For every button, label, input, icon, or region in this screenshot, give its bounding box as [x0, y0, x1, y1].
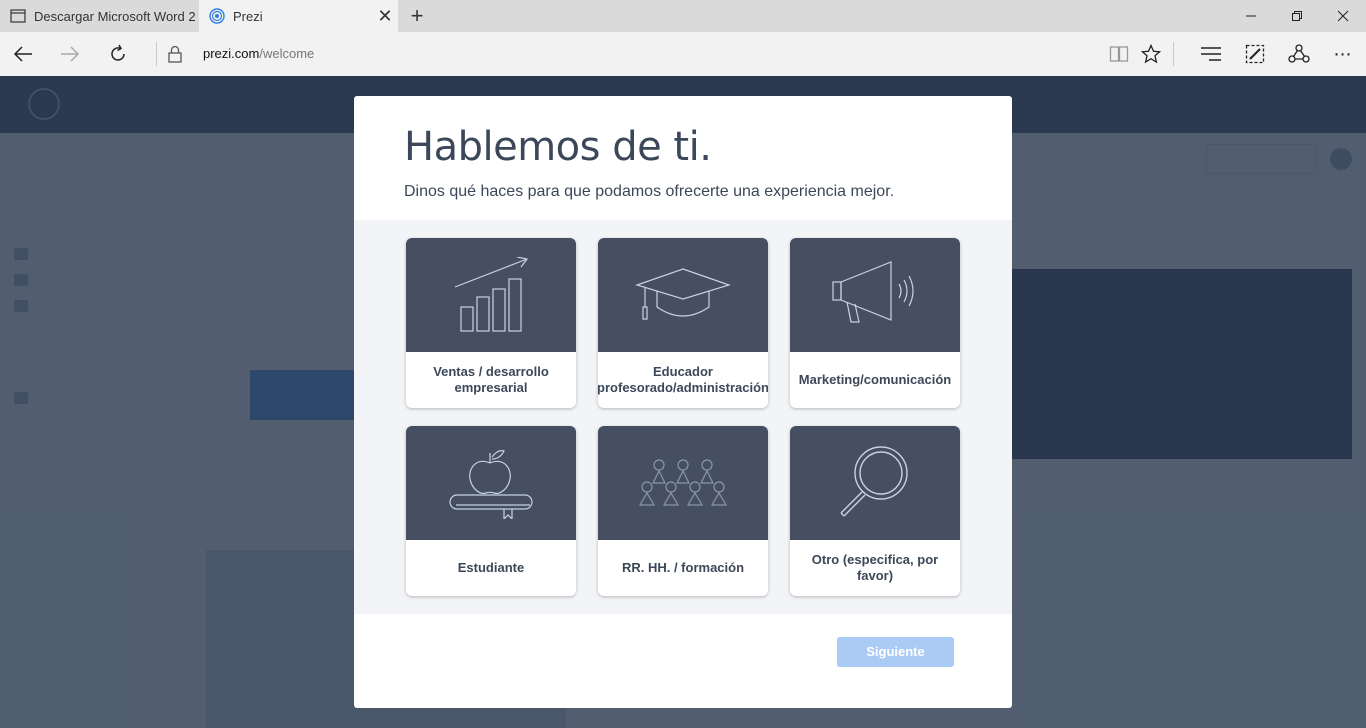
magnifier-icon — [790, 426, 960, 540]
growth-chart-icon — [406, 238, 576, 352]
lock-icon[interactable] — [165, 44, 185, 64]
megaphone-icon — [790, 238, 960, 352]
toolbar-separator — [1173, 42, 1174, 66]
role-option-label: Marketing/comunicación — [798, 372, 952, 387]
url-path: /welcome — [259, 46, 315, 61]
hub-icon[interactable] — [1189, 32, 1233, 76]
favorite-star-icon[interactable] — [1129, 32, 1173, 76]
tab-prezi[interactable]: Prezi ✕ — [199, 0, 398, 32]
role-option-label: Ventas / desarrollo empresarial — [433, 364, 549, 395]
address-toolbar: prezi.com/welcome ⋯ — [0, 32, 1366, 76]
role-options: Ventas / desarrollo empresarial Educador… — [354, 220, 1012, 614]
new-tab-button[interactable]: + — [404, 4, 430, 28]
people-group-icon — [598, 426, 768, 540]
web-note-icon[interactable] — [1233, 32, 1277, 76]
minimize-icon[interactable] — [1228, 0, 1274, 32]
apple-book-icon — [406, 426, 576, 540]
role-option-estudiante[interactable]: Estudiante — [406, 426, 576, 596]
graduation-cap-icon — [598, 238, 768, 352]
reload-icon[interactable] — [95, 32, 141, 76]
browser-tab-bar: Descargar Microsoft Word 2 Prezi ✕ + — [0, 0, 1366, 32]
more-options-icon[interactable]: ⋯ — [1321, 32, 1365, 76]
modal-subtitle: Dinos qué haces para que podamos ofrecer… — [404, 183, 895, 200]
role-option-rrhh[interactable]: RR. HH. / formación — [598, 426, 768, 596]
url-host: prezi.com — [203, 46, 260, 61]
role-option-label: RR. HH. / formación — [621, 560, 745, 575]
restore-icon[interactable] — [1274, 0, 1320, 32]
share-icon[interactable] — [1277, 32, 1321, 76]
close-tab-icon[interactable]: ✕ — [372, 6, 398, 27]
next-button[interactable]: Siguiente — [837, 637, 954, 667]
role-option-label: Educador (profesorado/administración) — [598, 364, 768, 395]
role-option-label: Estudiante — [457, 560, 525, 575]
address-field[interactable]: prezi.com/welcome — [203, 46, 314, 61]
role-option-marketing[interactable]: Marketing/comunicación — [790, 238, 960, 408]
tab-title: Descargar Microsoft Word 2 — [34, 8, 196, 24]
forward-arrow-icon[interactable] — [47, 32, 93, 76]
prezi-icon — [209, 8, 225, 24]
tab-descargar-word[interactable]: Descargar Microsoft Word 2 — [0, 0, 198, 32]
back-arrow-icon[interactable] — [0, 32, 46, 76]
role-option-otro[interactable]: Otro (especifica, por favor) — [790, 426, 960, 596]
close-window-icon[interactable] — [1320, 0, 1366, 32]
role-option-label: Otro (especifica, por favor) — [811, 552, 939, 583]
tab-title: Prezi — [233, 8, 263, 24]
page-icon — [10, 8, 26, 24]
role-option-educador[interactable]: Educador (profesorado/administración) — [598, 238, 768, 408]
onboarding-modal: Hablemos de ti. Dinos qué haces para que… — [354, 96, 1012, 708]
modal-title: Hablemos de ti. — [404, 124, 712, 170]
address-separator — [156, 42, 157, 66]
role-option-ventas[interactable]: Ventas / desarrollo empresarial — [406, 238, 576, 408]
